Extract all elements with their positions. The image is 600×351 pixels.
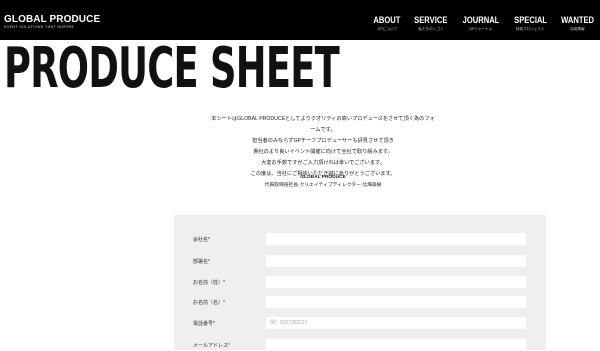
site-header: GLOBAL PRODUCE EVENT SOLUTIONS THAT INSP…	[0, 0, 600, 40]
intro-line: 大変お手数ですがご入力頂ければ幸いでございます。	[261, 160, 385, 166]
signature-person: 代表取締役社長 クリエイティブディレクター 北畑森樹	[264, 183, 382, 188]
field-label: 部署名*	[193, 259, 210, 265]
nav-sublabel: 私たちのシゴト	[418, 27, 444, 31]
logo-tagline: EVENT SOLUTIONS THAT INSPIRE	[4, 25, 75, 29]
form-row-first-name: お名前（名）*	[174, 296, 546, 308]
nav-item-about[interactable]: ABOUT GPについて	[370, 16, 404, 32]
form-row-last-name: お名前（姓）*	[174, 276, 546, 288]
nav-label: WANTED	[560, 15, 594, 26]
nav-item-journal[interactable]: JOURNAL GPジャーナル	[458, 16, 504, 32]
company-name-input[interactable]	[266, 233, 526, 245]
nav-label: ABOUT	[373, 15, 401, 26]
page-title: PRODUCE SHEET	[4, 36, 340, 101]
nav-sublabel: GPジャーナル	[469, 27, 493, 31]
field-label: メールアドレス*	[193, 343, 230, 349]
form-row-department: 部署名*	[174, 255, 546, 267]
nav-item-wanted[interactable]: WANTED 採用情報	[557, 16, 598, 32]
nav-label: JOURNAL	[462, 15, 500, 26]
signature-company: GLOBAL PRODUCE	[300, 175, 346, 180]
main-nav: ABOUT GPについて SERVICE 私たちのシゴト JOURNAL GPジ…	[364, 16, 598, 32]
form-row-email: メールアドレス*	[174, 339, 546, 351]
field-label: 会社名*	[193, 237, 210, 243]
email-input[interactable]	[266, 339, 526, 351]
nav-item-special[interactable]: SPECIAL 特別プロジェクト	[510, 16, 551, 32]
nav-item-service[interactable]: SERVICE 私たちのシゴト	[410, 16, 452, 32]
nav-sublabel: 採用情報	[570, 27, 585, 31]
phone-input[interactable]	[266, 317, 526, 329]
field-label: 電話番号*	[193, 321, 215, 327]
site-logo[interactable]: GLOBAL PRODUCE EVENT SOLUTIONS THAT INSP…	[4, 14, 100, 30]
last-name-input[interactable]	[266, 276, 526, 288]
intro-line: 担当者のみならずGPチーフプロデューサーも評見させて頂き	[252, 138, 394, 144]
field-label: お名前（名）*	[193, 300, 225, 306]
signature: GLOBAL PRODUCE 代表取締役社長 クリエイティブディレクター 北畑森…	[260, 174, 386, 190]
form-row-phone: 電話番号*	[174, 317, 546, 329]
nav-label: SERVICE	[414, 15, 448, 26]
intro-line: 本シートはGLOBAL PRODUCEとしてよりクオリティの高いプロデュースをさ…	[211, 116, 435, 133]
intro-line: 貴社のより良いイベント開催に向けて全社で取り組みます。	[253, 149, 393, 155]
field-label: お名前（姓）*	[193, 280, 225, 286]
nav-sublabel: 特別プロジェクト	[515, 27, 545, 31]
form-row-company: 会社名*	[174, 233, 546, 245]
nav-sublabel: GPについて	[377, 27, 398, 31]
intro-text: 本シートはGLOBAL PRODUCEとしてよりクオリティの高いプロデュースをさ…	[210, 114, 436, 180]
nav-label: SPECIAL	[513, 15, 547, 26]
produce-form: 会社名* 部署名* お名前（姓）* お名前（名）* 電話番号* メールアドレス*	[174, 215, 546, 351]
logo-name: GLOBAL PRODUCE	[4, 14, 101, 25]
department-input[interactable]	[266, 255, 526, 267]
first-name-input[interactable]	[266, 296, 526, 308]
